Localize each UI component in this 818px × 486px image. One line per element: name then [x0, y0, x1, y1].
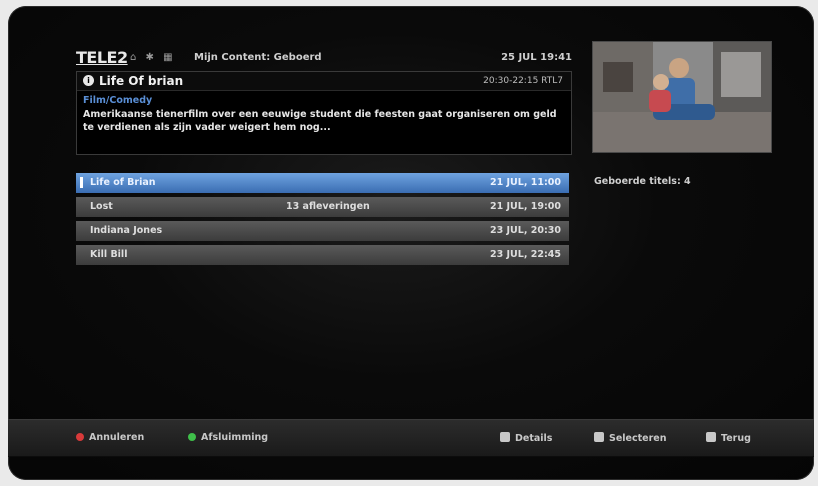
recording-title: Life of Brian — [90, 177, 156, 188]
select-label: Selecteren — [609, 433, 667, 444]
playback-button[interactable]: Afsluimming — [188, 432, 268, 443]
header: TELE2 ⌂ ✱ ▦ Mijn Content: Geboerd 25 JUL… — [76, 46, 576, 70]
ok-icon — [594, 432, 604, 442]
selection-marker-icon — [80, 177, 83, 188]
recording-title: Indiana Jones — [90, 225, 163, 236]
program-genre: Film/Comedy — [83, 95, 153, 106]
program-time: 20:30-22:15 RTL7 — [483, 76, 563, 86]
program-title: Life Of brian — [99, 74, 184, 88]
program-info-panel: i Life Of brian 20:30-22:15 RTL7 Film/Co… — [76, 71, 572, 155]
back-icon — [706, 432, 716, 442]
recording-date: 23 JUL, 22:45 — [490, 249, 561, 260]
details-button[interactable]: Details — [500, 432, 552, 444]
recording-date: 21 JUL, 11:00 — [490, 177, 561, 188]
red-dot-icon — [76, 433, 84, 441]
select-button[interactable]: Selecteren — [594, 432, 667, 444]
info-icon: i — [83, 75, 94, 86]
thumbnail-image — [593, 42, 771, 152]
playback-label: Afsluimming — [201, 432, 269, 443]
recording-title: Lost — [90, 201, 113, 212]
list-item[interactable]: Kill Bill 23 JUL, 22:45 — [76, 245, 569, 265]
program-thumbnail — [592, 41, 772, 153]
footer-bar: Annuleren Afsluimming Details Selecteren… — [8, 419, 814, 457]
breadcrumb-icons: ⌂ ✱ ▦ — [130, 52, 176, 63]
tele2-logo: TELE2 — [76, 48, 128, 67]
tv-screen: TELE2 ⌂ ✱ ▦ Mijn Content: Geboerd 25 JUL… — [8, 6, 814, 480]
list-item[interactable]: Lost 13 afleveringen 21 JUL, 19:00 — [76, 197, 569, 217]
recordings-list: Life of Brian 21 JUL, 11:00 Lost 13 afle… — [76, 173, 569, 269]
program-description: Amerikaanse tienerfilm over een eeuwige … — [83, 109, 557, 133]
recording-note: 13 afleveringen — [286, 201, 370, 212]
recording-date: 21 JUL, 19:00 — [490, 201, 561, 212]
info-title-row: i Life Of brian 20:30-22:15 RTL7 — [77, 72, 571, 91]
cancel-button[interactable]: Annuleren — [76, 432, 144, 443]
list-item[interactable]: Life of Brian 21 JUL, 11:00 — [76, 173, 569, 193]
arrow-up-icon — [500, 432, 510, 442]
recordings-count: Geboerde titels: 4 — [594, 176, 691, 187]
back-button[interactable]: Terug — [706, 432, 751, 444]
cancel-label: Annuleren — [89, 432, 145, 443]
breadcrumb: Mijn Content: Geboerd — [194, 52, 322, 63]
green-dot-icon — [188, 433, 196, 441]
clock: 25 JUL 19:41 — [501, 52, 572, 63]
details-label: Details — [515, 433, 553, 444]
recording-title: Kill Bill — [90, 249, 128, 260]
recording-date: 23 JUL, 20:30 — [490, 225, 561, 236]
list-item[interactable]: Indiana Jones 23 JUL, 20:30 — [76, 221, 569, 241]
back-label: Terug — [721, 433, 751, 444]
